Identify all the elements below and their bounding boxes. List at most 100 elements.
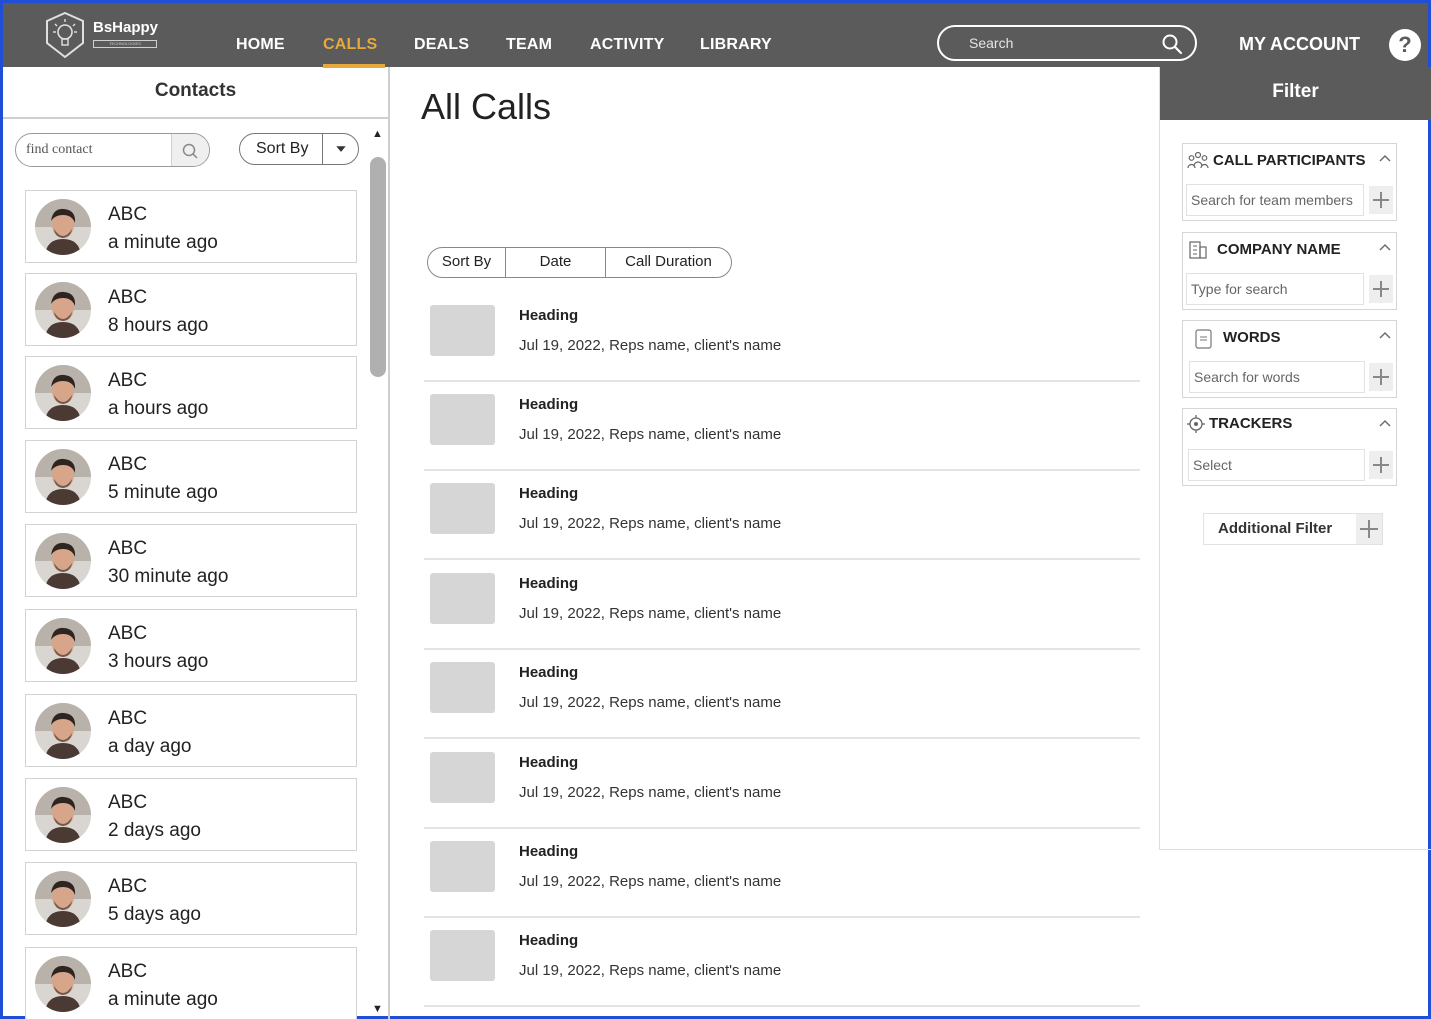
lightbulb-badge-icon — [46, 11, 84, 59]
contact-last-seen: a minute ago — [108, 232, 218, 253]
contacts-scrollbar[interactable]: ▲ ▼ — [367, 124, 389, 1019]
avatar — [35, 449, 91, 505]
contact-card[interactable]: ABC 5 days ago — [25, 862, 357, 935]
chevron-up-icon[interactable] — [1378, 329, 1392, 343]
avatar — [35, 871, 91, 927]
call-thumbnail[interactable] — [430, 573, 495, 624]
chevron-up-icon[interactable] — [1378, 241, 1392, 255]
words-search-input[interactable] — [1189, 361, 1365, 393]
nav-library[interactable]: LIBRARY — [700, 36, 772, 54]
company-search-input[interactable] — [1186, 273, 1364, 305]
plus-icon[interactable] — [1369, 275, 1393, 303]
call-row[interactable]: Heading Jul 19, 2022, Reps name, client'… — [424, 740, 1140, 829]
nav-home[interactable]: HOME — [236, 36, 285, 54]
call-heading: Heading — [519, 932, 579, 949]
plus-icon[interactable] — [1369, 363, 1393, 391]
contact-card[interactable]: ABC a hours ago — [25, 356, 357, 429]
dropdown-arrow[interactable] — [322, 134, 358, 164]
call-thumbnail[interactable] — [430, 841, 495, 892]
filter-section-title: COMPANY NAME — [1217, 241, 1341, 258]
call-thumbnail[interactable] — [430, 930, 495, 981]
avatar — [35, 365, 91, 421]
plus-icon[interactable] — [1356, 514, 1382, 544]
scroll-down-arrow-icon[interactable]: ▼ — [372, 1003, 383, 1015]
global-search-input[interactable] — [969, 33, 1159, 53]
call-row[interactable]: Heading Jul 19, 2022, Reps name, client'… — [424, 293, 1140, 382]
sort-by-date-button[interactable]: Date — [506, 248, 606, 277]
top-navigation-bar: BsHappy TECHNOLOGIES HOME CALLS DEALS TE… — [3, 3, 1428, 68]
call-thumbnail[interactable] — [430, 483, 495, 534]
plus-icon[interactable] — [1369, 186, 1393, 214]
calls-sort-control: Sort By Date Call Duration — [427, 247, 732, 278]
call-heading: Heading — [519, 396, 579, 413]
contact-name: ABC — [108, 876, 148, 897]
chevron-up-icon[interactable] — [1378, 417, 1392, 431]
trackers-select[interactable] — [1188, 449, 1365, 481]
nav-calls[interactable]: CALLS — [323, 36, 377, 54]
plus-icon[interactable] — [1369, 451, 1393, 479]
my-account-link[interactable]: MY ACCOUNT — [1239, 34, 1360, 55]
search-icon[interactable] — [1161, 33, 1183, 55]
nav-team[interactable]: TEAM — [506, 36, 552, 54]
contact-card[interactable]: ABC a day ago — [25, 694, 357, 767]
sort-by-duration-button[interactable]: Call Duration — [606, 248, 731, 277]
find-contact-input[interactable] — [26, 141, 166, 159]
contact-last-seen: 3 hours ago — [108, 651, 209, 672]
contact-card[interactable]: ABC a minute ago — [25, 190, 357, 263]
global-search[interactable] — [937, 25, 1197, 61]
help-button[interactable]: ? — [1389, 29, 1421, 61]
contact-name: ABC — [108, 287, 148, 308]
contact-card[interactable]: ABC 3 hours ago — [25, 609, 357, 682]
calls-sort-label: Sort By — [428, 248, 506, 277]
filter-section-title: CALL PARTICIPANTS — [1213, 152, 1366, 169]
additional-filter-button[interactable]: Additional Filter — [1203, 513, 1383, 545]
contact-last-seen: 2 days ago — [108, 820, 201, 841]
find-contact-search[interactable] — [15, 133, 210, 167]
avatar — [35, 618, 91, 674]
call-row[interactable]: Heading Jul 19, 2022, Reps name, client'… — [424, 829, 1140, 918]
call-thumbnail[interactable] — [430, 305, 495, 356]
contact-card[interactable]: ABC a minute ago — [25, 947, 357, 1019]
call-row[interactable]: Heading Jul 19, 2022, Reps name, client'… — [424, 471, 1140, 560]
search-icon — [182, 143, 198, 159]
scroll-thumb[interactable] — [370, 157, 386, 377]
filter-section-title: WORDS — [1223, 329, 1281, 346]
brand-logo[interactable]: BsHappy TECHNOLOGIES — [43, 11, 193, 61]
contacts-sort-dropdown[interactable]: Sort By — [239, 133, 359, 165]
call-row[interactable]: Heading Jul 19, 2022, Reps name, client'… — [424, 561, 1140, 650]
contact-name: ABC — [108, 792, 148, 813]
filter-section-title: TRACKERS — [1209, 415, 1293, 432]
avatar — [35, 787, 91, 843]
contacts-title: Contacts — [3, 67, 388, 119]
contact-name: ABC — [108, 961, 148, 982]
nav-deals[interactable]: DEALS — [414, 36, 469, 54]
scroll-up-arrow-icon[interactable]: ▲ — [372, 128, 383, 140]
call-heading: Heading — [519, 575, 579, 592]
document-icon — [1195, 329, 1212, 349]
page-title: All Calls — [421, 86, 552, 127]
nav-activity[interactable]: ACTIVITY — [590, 36, 665, 54]
contact-name: ABC — [108, 708, 148, 729]
find-contact-search-button[interactable] — [171, 134, 209, 166]
call-heading: Heading — [519, 307, 579, 324]
call-heading: Heading — [519, 664, 579, 681]
call-thumbnail[interactable] — [430, 752, 495, 803]
call-meta: Jul 19, 2022, Reps name, client's name — [519, 784, 782, 801]
avatar — [35, 703, 91, 759]
call-row[interactable]: Heading Jul 19, 2022, Reps name, client'… — [424, 650, 1140, 739]
contact-card[interactable]: ABC 2 days ago — [25, 778, 357, 851]
brand-subtitle: TECHNOLOGIES — [93, 40, 157, 48]
call-thumbnail[interactable] — [430, 662, 495, 713]
call-meta: Jul 19, 2022, Reps name, client's name — [519, 873, 782, 890]
call-thumbnail[interactable] — [430, 394, 495, 445]
chevron-up-icon[interactable] — [1378, 152, 1392, 166]
contact-last-seen: 5 days ago — [108, 904, 201, 925]
call-row[interactable]: Heading Jul 19, 2022, Reps name, client'… — [424, 918, 1140, 1007]
contact-card[interactable]: ABC 5 minute ago — [25, 440, 357, 513]
team-members-search-input[interactable] — [1186, 184, 1364, 216]
contact-card[interactable]: ABC 8 hours ago — [25, 273, 357, 346]
call-row[interactable]: Heading Jul 19, 2022, Reps name, client'… — [424, 382, 1140, 471]
call-meta: Jul 19, 2022, Reps name, client's name — [519, 605, 782, 622]
contact-card[interactable]: ABC 30 minute ago — [25, 524, 357, 597]
filter-words: WORDS — [1182, 320, 1397, 398]
